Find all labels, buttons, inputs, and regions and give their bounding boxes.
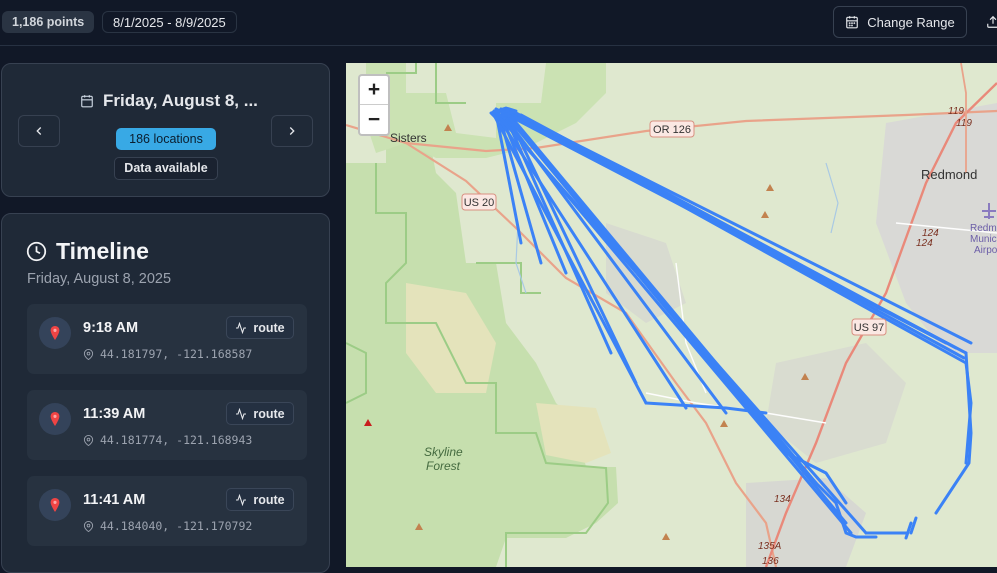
timeline-panel: Timeline Friday, August 8, 2025 9:18 AM … (1, 213, 330, 573)
location-icon (83, 348, 94, 360)
selected-date-label: Friday, August 8, ... (103, 91, 258, 110)
timeline-heading: Timeline (26, 238, 149, 265)
entry-coordinates: 44.184040, -121.170792 (83, 519, 252, 533)
map-pin-icon (39, 489, 71, 521)
chevron-left-icon (36, 127, 42, 135)
route-button[interactable]: route (226, 488, 294, 511)
timeline-entry[interactable]: 11:39 AM 44.181774, -121.168943 route (27, 390, 307, 460)
location-icon (83, 434, 94, 446)
label-skyline: Skyline (424, 445, 463, 459)
entry-coordinates-value: 44.181774, -121.168943 (100, 433, 253, 447)
entry-coordinates: 44.181797, -121.168587 (83, 347, 252, 361)
export-button[interactable] (978, 6, 997, 38)
data-available-badge: Data available (114, 157, 218, 180)
route-button[interactable]: route (226, 316, 294, 339)
clock-icon (26, 241, 47, 262)
label-airport-3: Airpo (974, 245, 997, 256)
label-sisters: Sisters (390, 131, 427, 145)
shield-us97: US 97 (854, 322, 885, 334)
entry-coordinates-value: 44.181797, -121.168587 (100, 347, 253, 361)
chevron-right-icon (289, 127, 295, 135)
calendar-icon (81, 95, 93, 108)
label-r119a: 119 (948, 106, 964, 117)
timeline-date: Friday, August 8, 2025 (27, 271, 172, 287)
zoom-controls: + − (358, 74, 390, 136)
selected-date: Friday, August 8, ... (80, 91, 258, 111)
zoom-out-button[interactable]: − (360, 105, 388, 134)
locations-count-badge: 186 locations (116, 128, 216, 150)
route-button[interactable]: route (226, 402, 294, 425)
label-r119b: 119 (956, 118, 972, 129)
entry-coordinates-value: 44.184040, -121.170792 (100, 519, 253, 533)
label-r134: 134 (774, 494, 791, 505)
activity-icon (236, 407, 247, 420)
next-day-button[interactable] (271, 115, 313, 147)
route-label: route (253, 492, 285, 507)
previous-day-button[interactable] (18, 115, 60, 147)
label-r124b: 124 (916, 238, 933, 249)
upload-icon (987, 15, 997, 28)
date-range-label: 8/1/2025 - 8/9/2025 (102, 11, 237, 33)
label-redmond: Redmond (921, 167, 977, 182)
activity-icon (236, 493, 247, 506)
change-range-button[interactable]: Change Range (833, 6, 967, 38)
timeline-title: Timeline (56, 238, 149, 264)
map-canvas[interactable]: Sisters Redmond Skyline Forest Redmo Mun… (346, 63, 997, 567)
map-pin-icon (39, 317, 71, 349)
location-icon (83, 520, 94, 532)
map-view[interactable]: Sisters Redmond Skyline Forest Redmo Mun… (346, 63, 997, 567)
entry-time: 11:39 AM (83, 406, 146, 422)
label-airport-2: Munici (970, 234, 997, 245)
entry-coordinates: 44.181774, -121.168943 (83, 433, 252, 447)
shield-or126: OR 126 (653, 124, 691, 136)
label-airport-1: Redmo (970, 223, 997, 234)
timeline-entry[interactable]: 9:18 AM 44.181797, -121.168587 route (27, 304, 307, 374)
route-label: route (253, 320, 285, 335)
label-forest: Forest (426, 459, 461, 473)
top-bar: 1,186 points 8/1/2025 - 8/9/2025 Change … (0, 0, 997, 46)
zoom-in-button[interactable]: + (360, 76, 388, 105)
points-count-badge: 1,186 points (2, 11, 95, 33)
activity-icon (236, 321, 247, 334)
timeline-entry[interactable]: 11:41 AM 44.184040, -121.170792 route (27, 476, 307, 546)
shield-us20: US 20 (464, 197, 495, 209)
entry-time: 9:18 AM (83, 320, 139, 336)
label-r136: 136 (762, 556, 779, 567)
route-label: route (253, 406, 285, 421)
date-navigator-panel: Friday, August 8, ... 186 locations Data… (1, 63, 330, 197)
calendar-icon (846, 16, 859, 29)
entry-time: 11:41 AM (83, 492, 146, 508)
label-r135a: 135A (758, 541, 782, 552)
map-pin-icon (39, 403, 71, 435)
change-range-label: Change Range (867, 14, 955, 30)
